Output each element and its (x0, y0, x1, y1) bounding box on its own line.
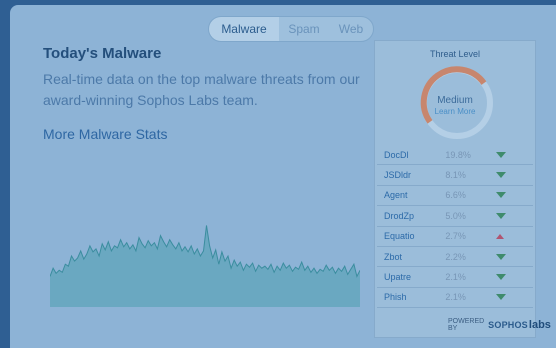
trend-down-icon (496, 253, 507, 260)
threat-name: Upatre (377, 266, 446, 288)
more-malware-stats-link[interactable]: More Malware Stats (43, 126, 167, 142)
description-text: Real-time data on the top malware threat… (43, 71, 360, 108)
tab-malware[interactable]: Malware (209, 17, 279, 41)
threat-level-heading: Threat Level (429, 49, 481, 59)
threat-row[interactable]: Phish 2.1% (377, 287, 533, 309)
trend-cell (492, 145, 533, 166)
threat-level-panel: Threat Level Medium Learn More DocDl 19.8… (374, 40, 536, 338)
threat-row[interactable]: Agent 6.6% (377, 185, 533, 207)
page-title: Today's Malware (43, 45, 162, 62)
tab-spam[interactable]: Spam (279, 17, 329, 41)
learn-more-link[interactable]: Learn More (375, 107, 535, 116)
threat-percent: 2.7% (445, 226, 493, 247)
threat-percent: 2.1% (445, 287, 493, 309)
threat-row[interactable]: DrodZp 5.0% (377, 205, 533, 227)
trend-cell (492, 164, 533, 186)
threat-name: Phish (377, 287, 446, 309)
threat-percent: 5.0% (445, 205, 493, 227)
trend-down-icon (496, 151, 507, 158)
threat-name: Agent (377, 185, 446, 207)
threat-percent: 6.6% (445, 185, 493, 207)
trend-down-icon (496, 172, 507, 179)
trend-down-icon (496, 212, 507, 219)
threat-name: JSDldr (377, 164, 446, 186)
trend-cell (492, 266, 533, 288)
trend-cell (492, 246, 533, 268)
trend-cell (492, 185, 533, 207)
trend-up-icon (496, 234, 505, 240)
trend-cell (492, 226, 533, 247)
trend-down-icon (496, 192, 507, 199)
sophos-logo: SOPHOS (488, 320, 528, 330)
threat-percent: 2.1% (445, 266, 493, 288)
threat-row[interactable]: JSDldr 8.1% (377, 164, 533, 186)
category-tabs: Malware Spam Web (208, 16, 374, 42)
threats-table: DocDl 19.8% JSDldr 8.1% Agent 6.6% DrodZp 5.0% E… (377, 145, 533, 309)
threat-level-value: Medium (437, 95, 473, 106)
tab-web[interactable]: Web (329, 17, 373, 41)
powered-by-text: POWERED BY (448, 318, 485, 332)
trend-cell (492, 287, 533, 309)
threat-name: Equatio (377, 226, 446, 247)
labs-logo: labs (528, 319, 551, 331)
threat-row[interactable]: Zbot 2.2% (377, 246, 533, 268)
threat-name: Zbot (377, 246, 446, 268)
malware-activity-chart (50, 225, 360, 307)
threat-row[interactable]: Upatre 2.1% (377, 266, 533, 288)
threat-percent: 2.2% (445, 246, 493, 268)
threat-row[interactable]: Equatio 2.7% (377, 226, 533, 247)
threat-row[interactable]: DocDl 19.8% (377, 145, 533, 166)
threat-name: DocDl (377, 145, 446, 166)
threat-percent: 19.8% (445, 145, 493, 166)
powered-by-sophos-labs: POWERED BY SOPHOS labs (448, 318, 551, 332)
threat-percent: 8.1% (445, 164, 493, 186)
threat-name: DrodZp (377, 205, 446, 227)
trend-cell (492, 205, 533, 227)
trend-down-icon (496, 294, 507, 301)
trend-down-icon (496, 274, 507, 281)
